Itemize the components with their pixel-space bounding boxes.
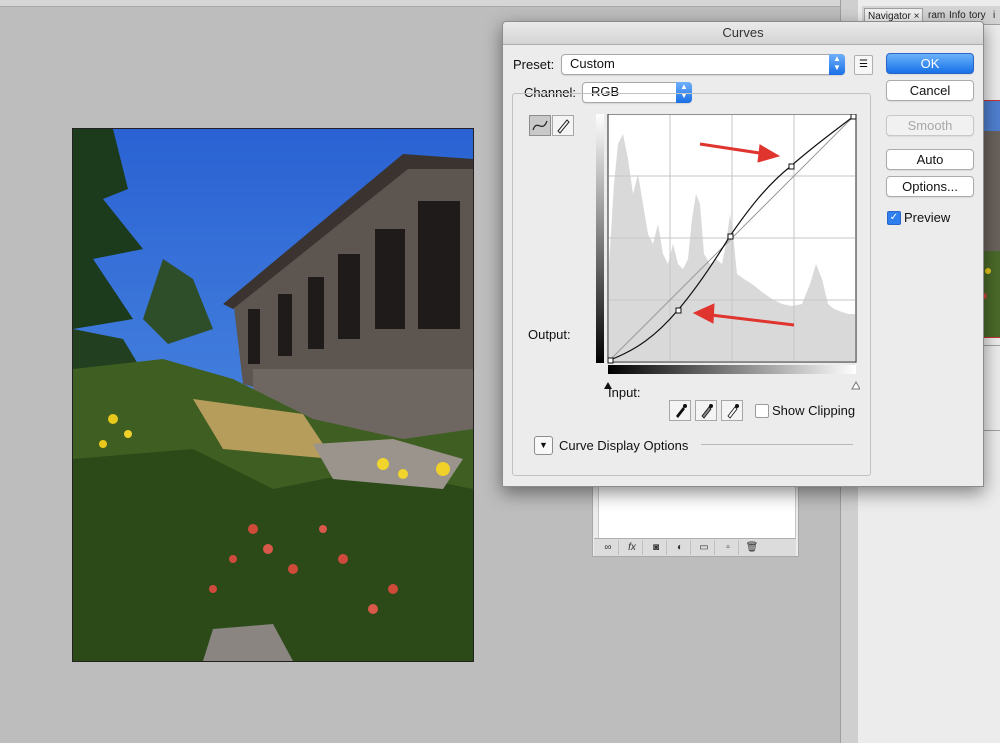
dialog-title: Curves [503, 22, 983, 45]
output-label: Output: [528, 327, 571, 342]
curve-point [607, 357, 614, 364]
output-gradient [596, 114, 604, 363]
white-point-slider [851, 380, 861, 390]
curves-graph[interactable] [596, 113, 861, 392]
preview-label[interactable]: Preview [904, 210, 950, 225]
auto-button[interactable]: Auto [886, 149, 974, 170]
divider-line [701, 444, 853, 445]
curve-point [675, 307, 682, 314]
adjustment-icon[interactable]: ◐ [670, 540, 691, 555]
input-gradient [608, 365, 856, 374]
curve-point [788, 163, 795, 170]
curve-display-options-label[interactable]: Curve Display Options [559, 438, 688, 453]
preset-value: Custom [570, 56, 615, 71]
link-icon[interactable]: ∞ [598, 540, 619, 555]
white-eyedropper-icon[interactable] [721, 400, 743, 421]
app-top-strip [0, 0, 840, 7]
options-button[interactable]: Options... [886, 176, 974, 197]
curve-point-tool-icon[interactable] [529, 115, 551, 136]
layers-list[interactable] [598, 486, 796, 538]
document-photo[interactable] [72, 128, 474, 662]
tab-more[interactable]: i [990, 8, 998, 24]
curve-point [727, 233, 734, 240]
black-eyedropper-icon[interactable] [669, 400, 691, 421]
preset-options-icon[interactable]: ☰ [854, 55, 873, 75]
preview-checkbox[interactable]: ✓ [887, 211, 901, 225]
disclosure-triangle-icon[interactable]: ▼ [534, 436, 553, 455]
pencil-icon[interactable] [552, 115, 574, 136]
gray-eyedropper-icon[interactable] [695, 400, 717, 421]
show-clipping-label[interactable]: Show Clipping [772, 403, 855, 418]
input-label: Input: [608, 385, 641, 400]
preset-select[interactable]: Custom ▲ ▼ [561, 54, 845, 75]
cancel-button[interactable]: Cancel [886, 80, 974, 101]
preset-label: Preset: [513, 57, 555, 72]
layers-toolbar: ∞ fx ◙ ◐ ▭ ▫ 🗑 [594, 538, 796, 556]
new-layer-icon[interactable]: ▫ [718, 540, 739, 555]
fx-icon[interactable]: fx [622, 540, 643, 555]
curve-point [850, 113, 857, 120]
mask-icon[interactable]: ◙ [646, 540, 667, 555]
show-clipping-checkbox[interactable] [755, 404, 769, 418]
ok-button[interactable]: OK [886, 53, 974, 74]
curves-dialog: Curves Preset: Custom ▲ ▼ ☰ Channel: RGB … [502, 21, 984, 487]
folder-icon[interactable]: ▭ [694, 540, 715, 555]
chevron-updown-icon: ▲ ▼ [829, 54, 845, 75]
smooth-button[interactable]: Smooth [886, 115, 974, 136]
trash-icon[interactable]: 🗑 [742, 540, 762, 555]
